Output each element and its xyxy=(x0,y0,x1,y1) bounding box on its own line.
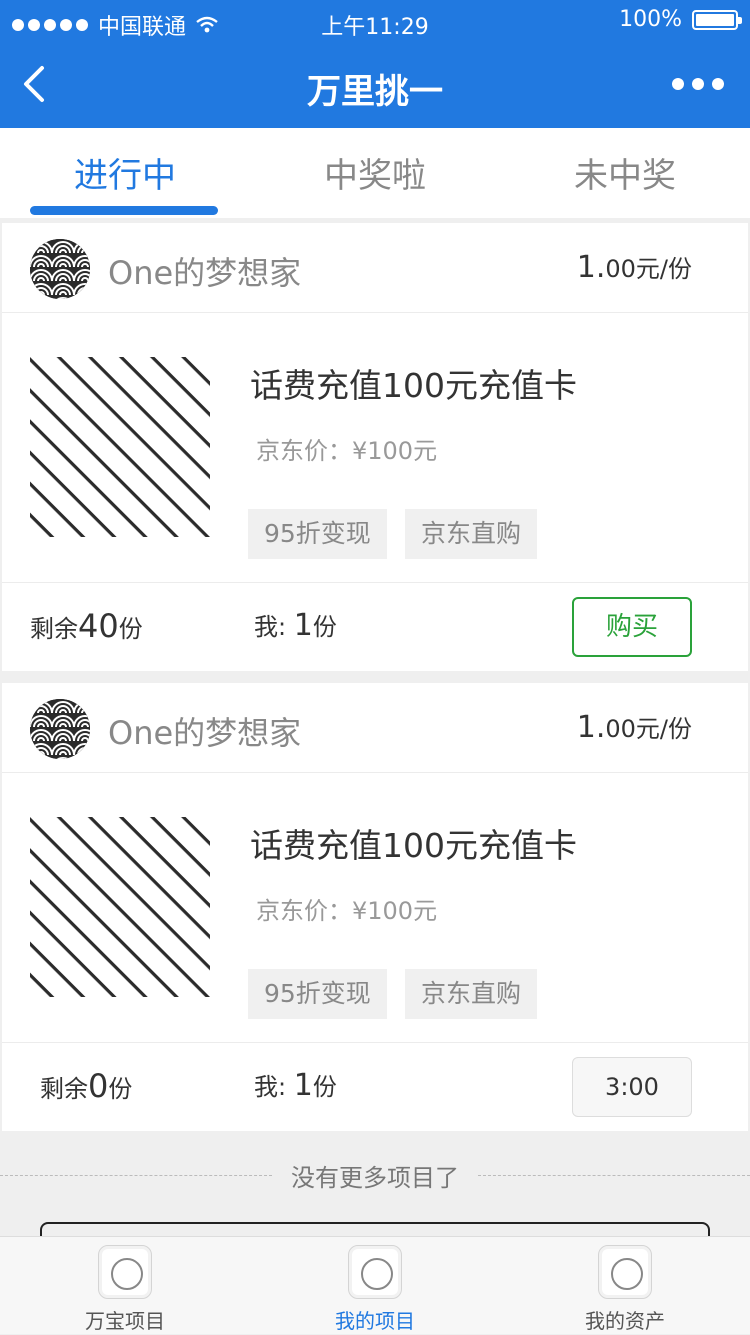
tab-not-won[interactable]: 未中奖 xyxy=(500,148,750,197)
project-card: One的梦想家 1.00元/份 话费充值100元充值卡 京东价：¥100元 95… xyxy=(2,223,748,671)
tabbar-label: 万宝项目 xyxy=(85,1309,165,1333)
remaining-shares: 剩余40份 xyxy=(30,607,143,645)
product-title: 话费充值100元充值卡 xyxy=(250,826,577,865)
shop-name: One的梦想家 xyxy=(108,714,302,752)
tag-discount: 95折变现 xyxy=(248,509,387,559)
unit-price: 1.00元/份 xyxy=(576,710,692,745)
buy-button[interactable]: 购买 xyxy=(572,597,692,657)
jd-price: 京东价：¥100元 xyxy=(256,437,438,465)
remaining-shares: 剩余0份 xyxy=(40,1067,133,1105)
avatar xyxy=(30,699,90,759)
card-footer: 剩余0份 我: 1份 3:00 xyxy=(2,1043,748,1131)
card-body[interactable]: 话费充值100元充值卡 京东价：¥100元 95折变现 京东直购 xyxy=(2,773,748,1043)
card-footer: 剩余40份 我: 1份 购买 xyxy=(2,583,748,671)
status-bar: 中国联通 上午11:29 100% xyxy=(0,0,750,44)
product-image xyxy=(30,357,210,537)
my-shares: 我: 1份 xyxy=(254,608,337,643)
battery-icon xyxy=(692,9,742,30)
tab-bar: 进行中 中奖啦 未中奖 xyxy=(0,128,750,218)
list-end-divider: 没有更多项目了 xyxy=(0,1156,750,1192)
tag-direct-buy: 京东直购 xyxy=(405,509,538,559)
page-title: 万里挑一 xyxy=(307,72,443,112)
app-icon xyxy=(348,1245,402,1299)
unit-price: 1.00元/份 xyxy=(576,250,692,285)
card-header: One的梦想家 1.00元/份 xyxy=(2,223,748,313)
tabbar-item-my-assets[interactable]: 我的资产 xyxy=(500,1237,750,1335)
tab-active-indicator xyxy=(30,206,218,215)
jd-price: 京东价：¥100元 xyxy=(256,897,438,925)
tab-in-progress[interactable]: 进行中 xyxy=(0,148,250,197)
tab-won[interactable]: 中奖啦 xyxy=(250,148,500,197)
tabbar-item-wanbao[interactable]: 万宝项目 xyxy=(0,1237,250,1335)
more-icon[interactable] xyxy=(672,78,724,90)
countdown-button[interactable]: 3:00 xyxy=(572,1057,692,1117)
my-shares: 我: 1份 xyxy=(254,1068,337,1103)
app-icon xyxy=(98,1245,152,1299)
shop-name: One的梦想家 xyxy=(108,254,302,292)
card-body[interactable]: 话费充值100元充值卡 京东价：¥100元 95折变现 京东直购 xyxy=(2,313,748,583)
battery-percent: 100% xyxy=(619,7,682,32)
tabbar-label: 我的资产 xyxy=(585,1309,665,1333)
tabbar-label: 我的项目 xyxy=(335,1309,415,1333)
app-icon xyxy=(598,1245,652,1299)
project-card: One的梦想家 1.00元/份 话费充值100元充值卡 京东价：¥100元 95… xyxy=(2,683,748,1131)
avatar xyxy=(30,239,90,299)
tag-direct-buy: 京东直购 xyxy=(405,969,538,1019)
product-title: 话费充值100元充值卡 xyxy=(250,366,577,405)
tag-discount: 95折变现 xyxy=(248,969,387,1019)
product-image xyxy=(30,817,210,997)
tabbar-item-my-projects[interactable]: 我的项目 xyxy=(250,1237,500,1335)
bottom-tab-bar: 万宝项目 我的项目 我的资产 xyxy=(0,1236,750,1334)
list-end-text: 没有更多项目了 xyxy=(291,1164,459,1192)
nav-bar: 万里挑一 xyxy=(0,44,750,128)
card-header: One的梦想家 1.00元/份 xyxy=(2,683,748,773)
